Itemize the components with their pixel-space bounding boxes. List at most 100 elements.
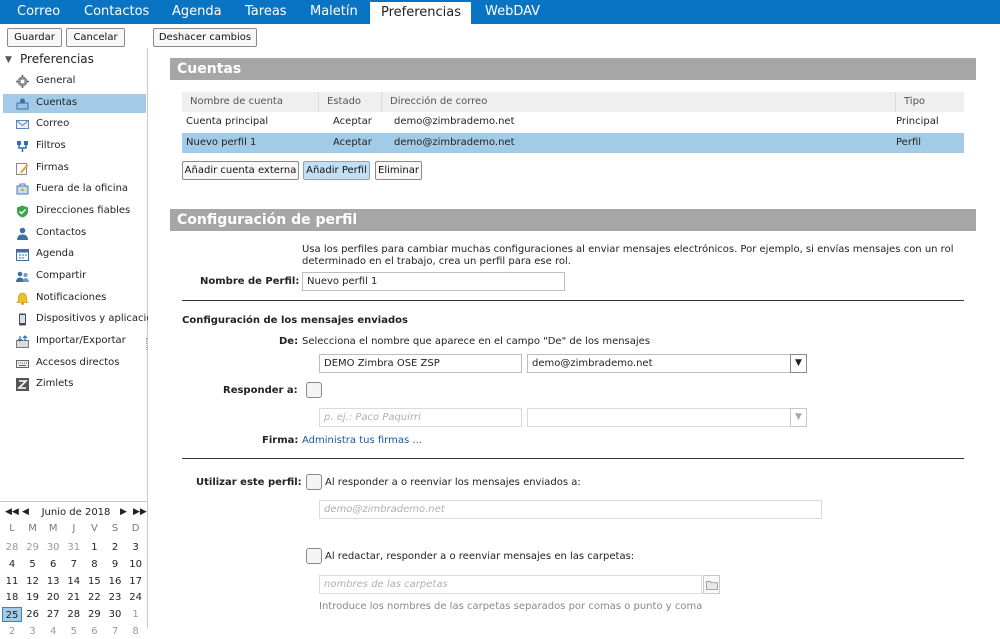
sidebar-item-accesos-directos[interactable]: Accesos directos	[3, 354, 146, 373]
sidebar-item-firmas[interactable]: Firmas	[3, 159, 146, 178]
calendar-day[interactable]: 2	[2, 624, 22, 639]
calendar-day[interactable]: 5	[64, 624, 84, 639]
app-tab-maletin[interactable]: Maletín	[310, 0, 358, 24]
app-tab-webdav[interactable]: WebDAV	[485, 0, 540, 24]
calendar-day[interactable]: 12	[23, 574, 43, 589]
sidebar-item-compartir[interactable]: Compartir	[3, 267, 146, 286]
calendar-month-label[interactable]: Junio de 2018	[40, 507, 112, 518]
sidebar-item-fuera-oficina[interactable]: Fuera de la oficina	[3, 180, 146, 199]
cancel-button[interactable]: Cancelar	[66, 28, 125, 47]
calendar-day-today[interactable]: 25	[2, 607, 22, 623]
calendar-day[interactable]: 4	[43, 624, 63, 639]
sidebar-item-filtros[interactable]: Filtros	[3, 137, 146, 156]
calendar-day[interactable]: 17	[126, 574, 146, 589]
calendar-day[interactable]: 30	[105, 607, 125, 622]
use-when-replying-checkbox[interactable]	[306, 474, 322, 490]
calendar-day[interactable]: 22	[84, 590, 104, 605]
calendar-day[interactable]: 28	[2, 540, 22, 555]
reply-to-checkbox[interactable]	[306, 382, 322, 398]
app-tab-correo[interactable]: Correo	[17, 0, 60, 24]
app-tab-tareas[interactable]: Tareas	[245, 0, 287, 24]
profile-name-input[interactable]: Nuevo perfil 1	[302, 272, 565, 291]
sidebar-title: Preferencias	[20, 52, 94, 66]
sidebar-item-dispositivos[interactable]: Dispositivos y aplicaciones	[3, 310, 148, 329]
calendar-day[interactable]: 3	[23, 624, 43, 639]
calendar-day[interactable]: 28	[64, 607, 84, 622]
sidebar-item-direcciones-fiables[interactable]: Direcciones fiables	[3, 202, 146, 221]
reply-to-dropdown-icon[interactable]: ▼	[790, 408, 807, 427]
from-email-select[interactable]: demo@zimbrademo.net	[527, 354, 791, 373]
app-tab-preferencias[interactable]: Preferencias	[370, 2, 471, 24]
calendar-day[interactable]: 7	[105, 624, 125, 639]
reply-to-email-select[interactable]	[527, 408, 791, 427]
sidebar-item-contactos[interactable]: Contactos	[3, 224, 146, 243]
table-row-selected[interactable]: Nuevo perfil 1 Aceptar demo@zimbrademo.n…	[182, 133, 964, 153]
save-button[interactable]: Guardar	[7, 28, 62, 47]
calendar-day[interactable]: 6	[84, 624, 104, 639]
calendar-day[interactable]: 24	[126, 590, 146, 605]
calendar-day[interactable]: 14	[64, 574, 84, 589]
app-tab-agenda[interactable]: Agenda	[172, 0, 222, 24]
sidebar-item-notificaciones[interactable]: Notificaciones	[3, 289, 146, 308]
calendar-day[interactable]: 27	[43, 607, 63, 622]
reply-addresses-input[interactable]: demo@zimbrademo.net	[319, 500, 822, 519]
next-month-icon[interactable]: ▶	[120, 507, 127, 517]
collapse-triangle-icon[interactable]: ▼	[5, 55, 12, 65]
calendar-day[interactable]: 31	[64, 540, 84, 555]
calendar-day[interactable]: 10	[126, 557, 146, 572]
add-profile-button[interactable]: Añadir Perfil	[303, 161, 370, 180]
next-year-icon[interactable]: ▶▶	[133, 507, 147, 517]
app-tab-contactos[interactable]: Contactos	[84, 0, 149, 24]
calendar-day[interactable]: 4	[2, 557, 22, 572]
undo-changes-button[interactable]: Deshacer cambios	[153, 28, 257, 47]
calendar-day[interactable]: 1	[126, 607, 146, 622]
calendar-day[interactable]: 9	[105, 557, 125, 572]
calendar-day[interactable]: 3	[126, 540, 146, 555]
calendar-day[interactable]: 29	[84, 607, 104, 622]
col-header-status[interactable]: Estado	[327, 96, 361, 107]
calendar-day[interactable]: 16	[105, 574, 125, 589]
calendar-day[interactable]: 13	[43, 574, 63, 589]
table-row[interactable]: Cuenta principal Aceptar demo@zimbrademo…	[182, 112, 964, 132]
calendar-day[interactable]: 20	[43, 590, 63, 605]
sidebar-item-general[interactable]: General	[3, 72, 146, 91]
calendar-day[interactable]: 18	[2, 590, 22, 605]
sidebar-item-importar-exportar[interactable]: Importar/Exportar	[3, 332, 146, 351]
calendar-day[interactable]: 21	[64, 590, 84, 605]
folders-input[interactable]: nombres de las carpetas	[319, 575, 702, 594]
calendar-day[interactable]: 15	[84, 574, 104, 589]
col-header-email[interactable]: Dirección de correo	[390, 96, 487, 107]
calendar-day[interactable]: 7	[64, 557, 84, 572]
calendar-day[interactable]: 8	[84, 557, 104, 572]
from-email-dropdown-icon[interactable]: ▼	[790, 354, 807, 373]
col-header-type[interactable]: Tipo	[904, 96, 925, 107]
add-external-account-button[interactable]: Añadir cuenta externa	[182, 161, 299, 180]
calendar-day[interactable]: 8	[126, 624, 146, 639]
sidebar-resize-handle[interactable]	[146, 338, 148, 350]
calendar-day[interactable]: 5	[23, 557, 43, 572]
col-header-name[interactable]: Nombre de cuenta	[190, 96, 283, 107]
calendar-day[interactable]: 29	[23, 540, 43, 555]
calendar-day[interactable]: 6	[43, 557, 63, 572]
calendar-day[interactable]: 26	[23, 607, 43, 622]
calendar-day[interactable]: 30	[43, 540, 63, 555]
sidebar-item-cuentas[interactable]: Cuentas	[3, 94, 146, 113]
use-in-folders-checkbox[interactable]	[306, 548, 322, 564]
calendar-day[interactable]: 11	[2, 574, 22, 589]
profile-intro-line1: Usa los perfiles para cambiar muchas con…	[302, 244, 954, 255]
calendar-day[interactable]: 23	[105, 590, 125, 605]
from-name-input[interactable]: DEMO Zimbra OSE ZSP	[319, 354, 522, 373]
calendar-day[interactable]: 1	[84, 540, 104, 555]
manage-signatures-link[interactable]: Administra tus firmas ...	[302, 435, 422, 446]
sidebar-item-agenda[interactable]: Agenda	[3, 245, 146, 264]
folder-picker-button[interactable]	[703, 575, 720, 594]
sidebar-item-label: Dispositivos y aplicaciones	[36, 313, 148, 324]
calendar-day[interactable]: 2	[105, 540, 125, 555]
sidebar-item-correo[interactable]: Correo	[3, 115, 146, 134]
reply-to-name-input[interactable]: p. ej.: Paco Paquirri	[319, 408, 522, 427]
delete-button[interactable]: Eliminar	[375, 161, 422, 180]
prev-month-icon[interactable]: ◀	[22, 507, 29, 517]
prev-year-icon[interactable]: ◀◀	[5, 507, 19, 517]
calendar-day[interactable]: 19	[23, 590, 43, 605]
sidebar-item-zimlets[interactable]: Zimlets	[3, 375, 146, 394]
